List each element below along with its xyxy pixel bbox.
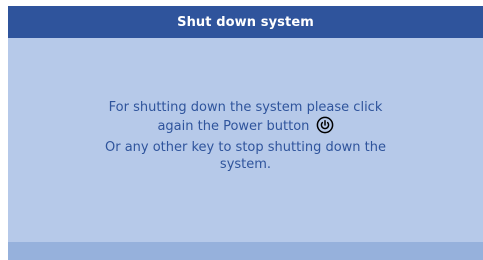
message-line-4: system. bbox=[219, 157, 272, 172]
dialog-title: Shut down system bbox=[177, 14, 314, 30]
dialog-body: For shutting down the system please clic… bbox=[8, 38, 483, 242]
shutdown-dialog: Shut down system For shutting down the s… bbox=[8, 6, 483, 260]
message-line-3: Or any other key to stop shutting down t… bbox=[104, 140, 386, 155]
title-bar: Shut down system bbox=[8, 6, 483, 38]
footer-bar bbox=[8, 242, 483, 260]
shutdown-message: For shutting down the system please clic… bbox=[66, 99, 426, 173]
message-line-2: again the Power button bbox=[66, 116, 426, 139]
message-line-2-text: again the Power button bbox=[157, 119, 310, 134]
power-icon bbox=[316, 116, 334, 139]
message-line-1: For shutting down the system please clic… bbox=[108, 100, 383, 115]
